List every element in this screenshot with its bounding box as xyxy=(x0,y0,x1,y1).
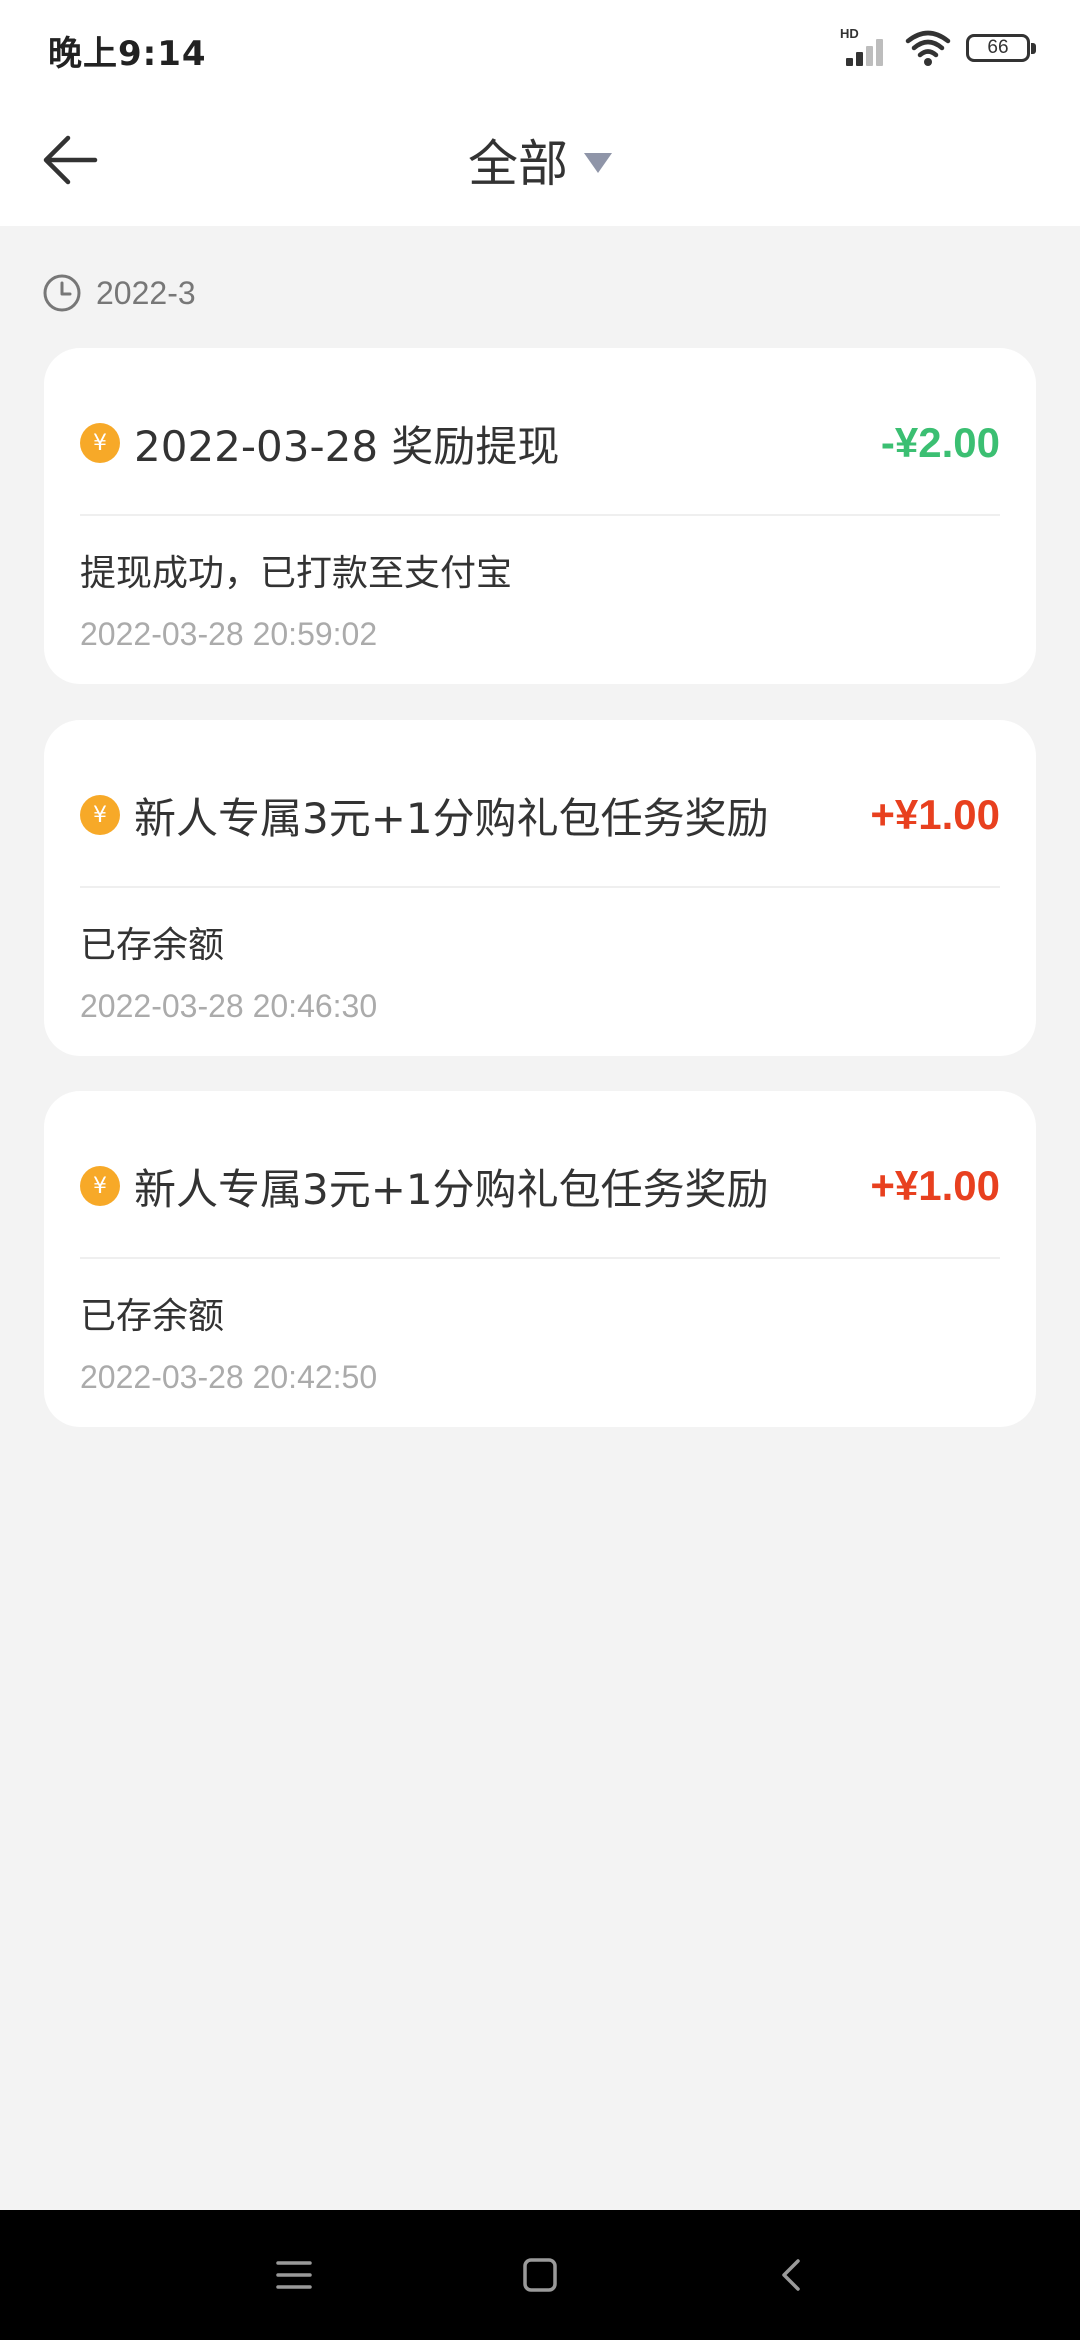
divider xyxy=(80,1257,1000,1259)
transaction-time: 2022-03-28 20:59:02 xyxy=(80,616,378,652)
back-chevron-icon xyxy=(782,2259,800,2291)
transaction-header: ¥ 新人专属3元+1分购礼包任务奖励 +¥1.00 xyxy=(80,780,1000,850)
transaction-description: 提现成功，已打款至支付宝 xyxy=(80,553,513,594)
signal-icon: HD xyxy=(840,26,890,70)
battery-icon: 66 xyxy=(966,34,1036,62)
status-bar: 晚上9:14 HD 66 xyxy=(0,0,1080,100)
nav-home-button[interactable] xyxy=(500,2235,580,2315)
transaction-amount: +¥1.00 xyxy=(870,791,1000,838)
divider xyxy=(80,514,1000,516)
home-square-icon xyxy=(523,2258,557,2292)
transaction-title: 新人专属3元+1分购礼包任务奖励 xyxy=(134,1164,769,1214)
filter-dropdown[interactable]: 全部 xyxy=(0,120,1080,200)
network-label: HD xyxy=(840,26,859,41)
transaction-time: 2022-03-28 20:42:50 xyxy=(80,1359,378,1395)
transaction-header: ¥ 2022-03-28 奖励提现 -¥2.00 xyxy=(80,408,1000,478)
transaction-card[interactable]: ¥ 2022-03-28 奖励提现 -¥2.00 提现成功，已打款至支付宝 20… xyxy=(44,348,1036,684)
transaction-amount: +¥1.00 xyxy=(870,1162,1000,1209)
coin-icon: ¥ xyxy=(80,1166,120,1206)
status-icons: HD 66 xyxy=(840,26,1036,70)
clock-icon xyxy=(43,274,81,312)
transaction-title: 2022-03-28 奖励提现 xyxy=(134,421,560,471)
status-time: 晚上9:14 xyxy=(48,34,207,74)
wifi-icon xyxy=(905,30,951,66)
menu-icon xyxy=(276,2261,312,2289)
coin-icon: ¥ xyxy=(80,795,120,835)
battery-level: 66 xyxy=(987,37,1009,58)
transaction-header: ¥ 新人专属3元+1分购礼包任务奖励 +¥1.00 xyxy=(80,1151,1000,1221)
caret-down-icon xyxy=(584,153,612,173)
nav-back-button[interactable] xyxy=(752,2235,832,2315)
title-bar: 全部 xyxy=(0,100,1080,226)
transaction-card[interactable]: ¥ 新人专属3元+1分购礼包任务奖励 +¥1.00 已存余额 2022-03-2… xyxy=(44,1091,1036,1427)
divider xyxy=(80,886,1000,888)
coin-icon: ¥ xyxy=(80,423,120,463)
transaction-description: 已存余额 xyxy=(80,925,225,966)
page-title: 全部 xyxy=(468,135,568,193)
month-header: 2022-3 xyxy=(42,270,196,316)
transaction-card[interactable]: ¥ 新人专属3元+1分购礼包任务奖励 +¥1.00 已存余额 2022-03-2… xyxy=(44,720,1036,1056)
system-nav-bar xyxy=(0,2210,1080,2340)
transaction-description: 已存余额 xyxy=(80,1296,225,1337)
transaction-time: 2022-03-28 20:46:30 xyxy=(80,988,378,1024)
month-label: 2022-3 xyxy=(96,274,196,311)
transaction-amount: -¥2.00 xyxy=(880,419,1000,466)
nav-menu-button[interactable] xyxy=(254,2235,334,2315)
transaction-title: 新人专属3元+1分购礼包任务奖励 xyxy=(134,793,769,843)
